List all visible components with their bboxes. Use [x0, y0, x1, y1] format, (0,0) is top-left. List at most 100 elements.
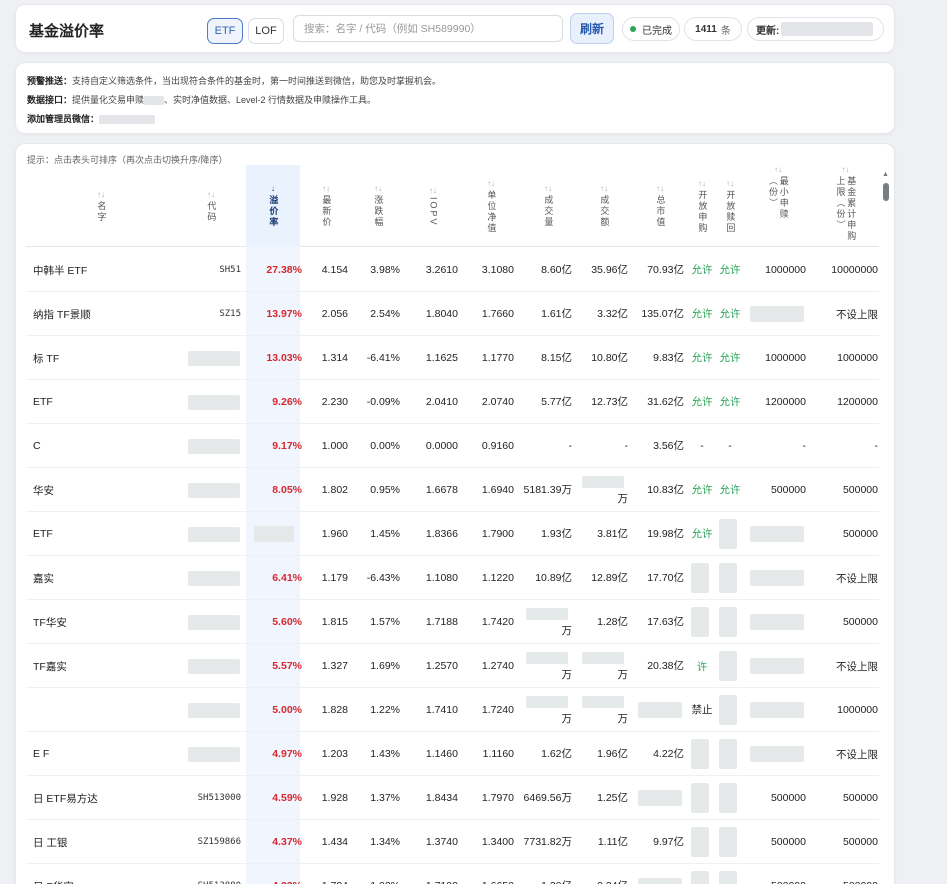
table-row[interactable]: 华安 8.05% 1.802 0.95% 1.6678 1.6940 5181.39万万 10… — [26, 468, 879, 512]
cell-iopv: 1.1460 — [425, 748, 458, 760]
fund-table-panel: 提示：点击表头可排序（再次点击切换升序/降序） ↑↓ 名字 ↑↓ 代码 ↓ 溢价率 ↑↓ 最新… — [15, 143, 895, 884]
column-header-nav[interactable]: ↑↓ 单位净值 — [462, 165, 520, 247]
cell-volume: 1.62亿 — [541, 747, 572, 760]
column-header-name[interactable]: ↑↓ 名字 — [26, 165, 176, 247]
table-row[interactable]: 标 TF 13.03% 1.314 -6.41% 1.1625 1.1770 8.15亿 10… — [26, 336, 879, 380]
redacted-block — [188, 438, 240, 454]
table-row[interactable]: ETF 9.26% 2.230 -0.09% 2.0410 2.0740 5.77亿 12.7… — [26, 380, 879, 424]
column-header-amount[interactable]: ↑↓ 成交额 — [576, 165, 632, 247]
premium-rate: 6.41% — [272, 572, 302, 584]
column-header-iopv[interactable]: ↑↓ IOPV — [404, 165, 462, 247]
column-header-min_unit[interactable]: ↑↓ 最小申赎（份） — [744, 165, 812, 247]
cell-last: 4.154 — [321, 264, 348, 276]
column-header-label: 总市值 — [655, 195, 666, 228]
fund-name: 标 TF — [33, 352, 60, 365]
fund-code: SH513880 — [181, 864, 241, 884]
scrollbar[interactable]: ▲ ▼ — [882, 171, 890, 884]
info-text-api-b: 、实时净值数据、Level-2 行情数据及申赎操作工具。 — [164, 95, 377, 105]
sort-icon: ↑↓ — [698, 178, 706, 188]
cell-change: 1.45% — [370, 528, 400, 540]
cell-last: 1.802 — [321, 484, 348, 496]
count-badge: 1411 条 — [684, 17, 742, 41]
table-row[interactable]: 日 F华安SH5138804.33%1.7841.02%1.71001.6650… — [26, 864, 879, 884]
column-header-change[interactable]: ↑↓ 涨跌幅 — [352, 165, 404, 247]
table-row[interactable]: ETF 1.960 1.45% 1.8366 1.7900 1.93亿 3.81亿 19.98… — [26, 512, 879, 556]
table-row[interactable]: E F 4.97% 1.203 1.43% 1.1460 1.1160 1.62亿 1.96亿… — [26, 732, 879, 776]
cell-iopv: 1.7410 — [425, 704, 458, 716]
premium-rate: 9.26% — [272, 396, 302, 408]
cell-iopv: 1.7100 — [404, 864, 458, 884]
scroll-up-icon[interactable]: ▲ — [882, 171, 889, 178]
cell-amount: 12.73亿 — [591, 395, 628, 408]
cell-nav: 1.6940 — [481, 484, 514, 496]
column-header-label: 基金累计申购上限（份） — [835, 176, 857, 242]
column-header-redeem[interactable]: ↑↓ 开放赎回 — [716, 165, 744, 247]
redeem-status: 允许 — [719, 307, 741, 320]
updated-time-redacted — [781, 22, 874, 36]
redacted-block — [719, 607, 737, 637]
column-header-last[interactable]: ↑↓ 最新价 — [300, 165, 352, 247]
table-row[interactable]: 日 工银 SZ159866 4.37% 1.434 1.34% 1.3740 1.3400 7… — [26, 820, 879, 864]
redacted-block — [750, 526, 804, 542]
table-row[interactable]: C 9.17% 1.000 0.00% 0.0000 0.9160 - - 3.56亿 - - - - — [26, 424, 879, 468]
column-header-label: IOPV — [428, 196, 439, 227]
cell-amount: 万 — [617, 668, 629, 681]
redacted-block — [638, 878, 682, 884]
cell-iopv: 1.8040 — [425, 308, 458, 320]
info-line-api: 数据接口：提供量化交易申赎 、实时净值数据、Level-2 行情数据及申赎操作工具… — [27, 93, 376, 106]
table-row[interactable]: 5.00% 1.828 1.22% 1.7410 1.7240 万 万 1000000 禁止 — [26, 688, 879, 732]
fund-name: 华安 — [33, 484, 54, 497]
column-header-code[interactable]: ↑↓ 代码 — [176, 165, 246, 247]
column-header-volume[interactable]: ↑↓ 成交量 — [520, 165, 576, 247]
redacted-block — [691, 871, 709, 884]
table-row[interactable]: TF嘉实 5.57% 1.327 1.69% 1.2570 1.2740 万 万 20.38亿 不… — [26, 644, 879, 688]
column-header-label: 开放赎回 — [725, 189, 736, 234]
subscribe-status: 允许 — [691, 527, 713, 540]
table-row[interactable]: 中韩半 ETF SH51 27.38% 4.154 3.98% 3.2610 3.1080… — [26, 248, 879, 292]
count-unit: 条 — [720, 25, 731, 37]
column-header-limit[interactable]: ↑↓ 基金累计申购上限（份） — [812, 165, 879, 247]
cell-mcap: 19.98亿 — [647, 527, 684, 540]
cell-change: 1.57% — [370, 616, 400, 628]
cell-volume: 6469.56万 — [523, 791, 572, 804]
etf-filter-button[interactable]: ETF — [207, 18, 243, 44]
cell-iopv: 1.1625 — [425, 352, 458, 364]
column-header-label: 代码 — [206, 200, 217, 223]
cell-volume: - — [568, 439, 573, 452]
premium-rate: 4.97% — [272, 748, 302, 760]
search-input[interactable]: 搜索：名字 / 代码（例如 SH589990） — [293, 15, 563, 42]
cell-limit: 500000 — [842, 484, 878, 496]
cell-last: 2.056 — [321, 308, 348, 320]
table-row[interactable]: 日 ETF易方达 SH513000 4.59% 1.928 1.37% 1.8434 1.7… — [26, 776, 879, 820]
lof-filter-button[interactable]: LOF — [248, 18, 284, 44]
cell-limit: 不设上限 — [836, 572, 878, 585]
column-header-subscribe[interactable]: ↑↓ 开放申购 — [688, 165, 716, 247]
wechat-id-redacted — [99, 115, 156, 125]
cell-iopv: 0.0000 — [425, 440, 458, 452]
cell-min: 500000 — [770, 836, 806, 848]
redacted-block — [719, 695, 737, 725]
table-row[interactable]: 纳指 TF景顺 SZ15 13.97% 2.056 2.54% 1.8040 1.7660… — [26, 292, 879, 336]
redacted-block — [691, 783, 709, 813]
cell-volume: 5.77亿 — [541, 395, 572, 408]
refresh-button[interactable]: 刷新 — [570, 13, 614, 44]
cell-iopv: 1.2570 — [425, 660, 458, 672]
table-row[interactable]: TF华安 5.60% 1.815 1.57% 1.7188 1.7420 万 1.28亿 17.… — [26, 600, 879, 644]
redacted-block — [188, 658, 240, 674]
cell-nav: 1.7900 — [481, 528, 514, 540]
cell-change: 2.54% — [370, 308, 400, 320]
cell-amount: 1.25亿 — [597, 791, 628, 804]
redeem-status: 允许 — [719, 395, 741, 408]
info-label-wechat: 添加管理员微信： — [27, 114, 100, 124]
cell-last: 1.828 — [321, 704, 348, 716]
status-dot-icon — [630, 26, 636, 32]
status-badge: 已完成 — [622, 17, 680, 41]
scroll-thumb[interactable] — [883, 183, 889, 201]
column-header-premium[interactable]: ↓ 溢价率 — [246, 165, 300, 247]
subscribe-status: 允许 — [691, 395, 713, 408]
table-row[interactable]: 嘉实 6.41% 1.179 -6.43% 1.1080 1.1220 10.89亿 12.8… — [26, 556, 879, 600]
premium-rate: 13.97% — [266, 308, 302, 320]
column-header-mcap[interactable]: ↑↓ 总市值 — [632, 165, 688, 247]
redacted-block — [750, 306, 804, 322]
redacted-block — [188, 570, 240, 586]
